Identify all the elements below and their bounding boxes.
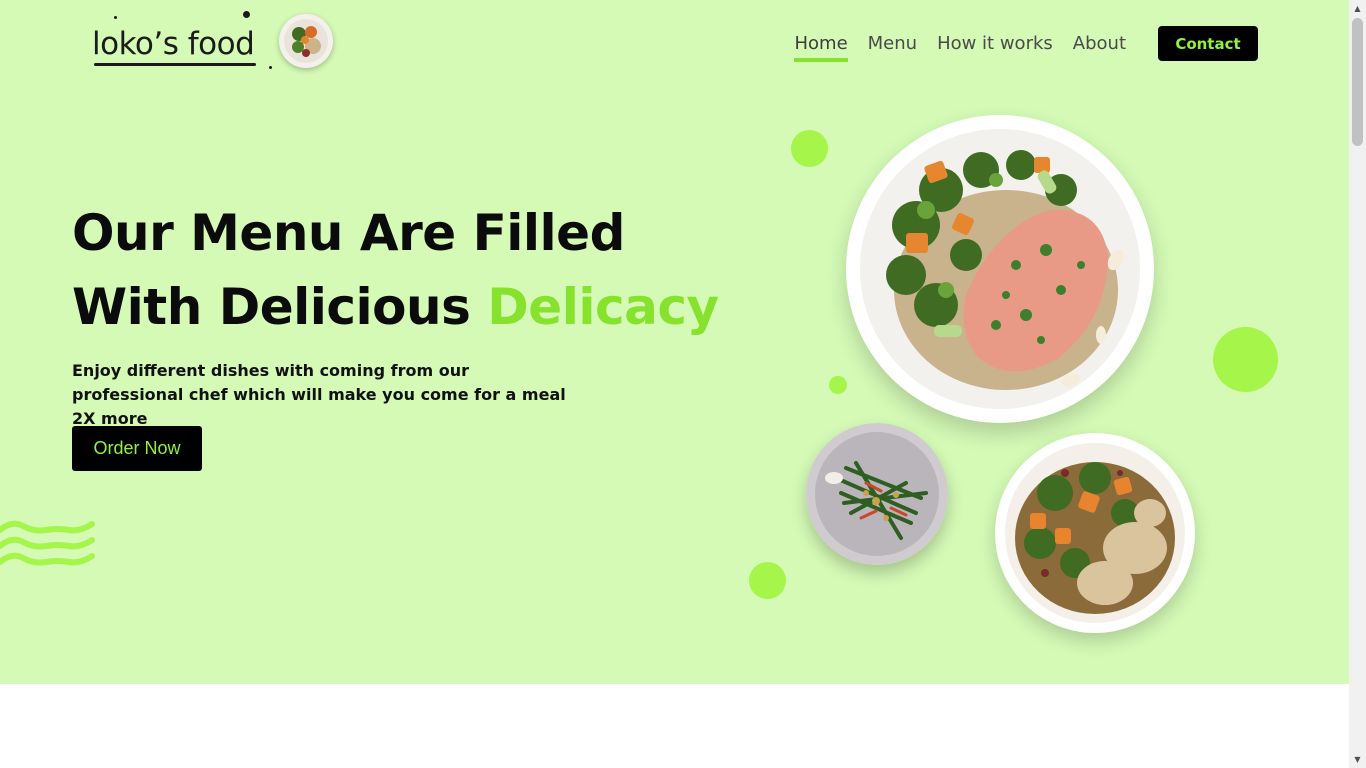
main-nav: Home Menu How it works About Contact bbox=[794, 24, 1258, 63]
brand-name: loko’s food bbox=[92, 26, 255, 62]
nav-how-it-works[interactable]: How it works bbox=[937, 24, 1053, 63]
headline-line-2: With Delicious bbox=[72, 278, 488, 336]
headline-accent-word: Delicacy bbox=[487, 278, 719, 336]
nav-home[interactable]: Home bbox=[794, 24, 848, 63]
nav-about[interactable]: About bbox=[1073, 24, 1126, 63]
vertical-scrollbar[interactable]: ▲ ▼ bbox=[1349, 0, 1366, 768]
hero-headline: Our Menu Are Filled With Delicious Delic… bbox=[72, 196, 719, 344]
headline-line-1: Our Menu Are Filled bbox=[72, 204, 625, 262]
logo-dot bbox=[114, 16, 117, 19]
next-section bbox=[0, 684, 1349, 768]
logo-dot bbox=[243, 11, 250, 18]
brand-logo[interactable]: loko’s food bbox=[86, 8, 346, 78]
contact-button[interactable]: Contact bbox=[1158, 26, 1258, 61]
logo-underline bbox=[94, 63, 256, 66]
logo-dot bbox=[269, 66, 272, 69]
order-now-button[interactable]: Order Now bbox=[72, 426, 202, 471]
chevron-up-icon[interactable]: ▲ bbox=[1349, 0, 1366, 17]
wave-decoration-icon bbox=[0, 520, 95, 566]
decor-circle bbox=[829, 376, 847, 394]
hero-section: loko’s food Home Menu How it works About bbox=[0, 0, 1349, 684]
scrollbar-thumb[interactable] bbox=[1352, 18, 1363, 146]
nav-menu[interactable]: Menu bbox=[868, 24, 917, 63]
decor-circle bbox=[1213, 327, 1278, 392]
chevron-down-icon[interactable]: ▼ bbox=[1349, 751, 1366, 768]
chicken-plate-image bbox=[995, 433, 1195, 633]
green-beans-plate-image bbox=[806, 423, 948, 565]
page-viewport: loko’s food Home Menu How it works About bbox=[0, 0, 1349, 768]
decor-circle bbox=[791, 130, 828, 167]
food-plate-logo-icon bbox=[279, 14, 333, 68]
hero-subtitle: Enjoy different dishes with coming from … bbox=[72, 361, 566, 428]
salmon-plate-image bbox=[846, 115, 1154, 423]
decor-circle bbox=[749, 562, 786, 599]
